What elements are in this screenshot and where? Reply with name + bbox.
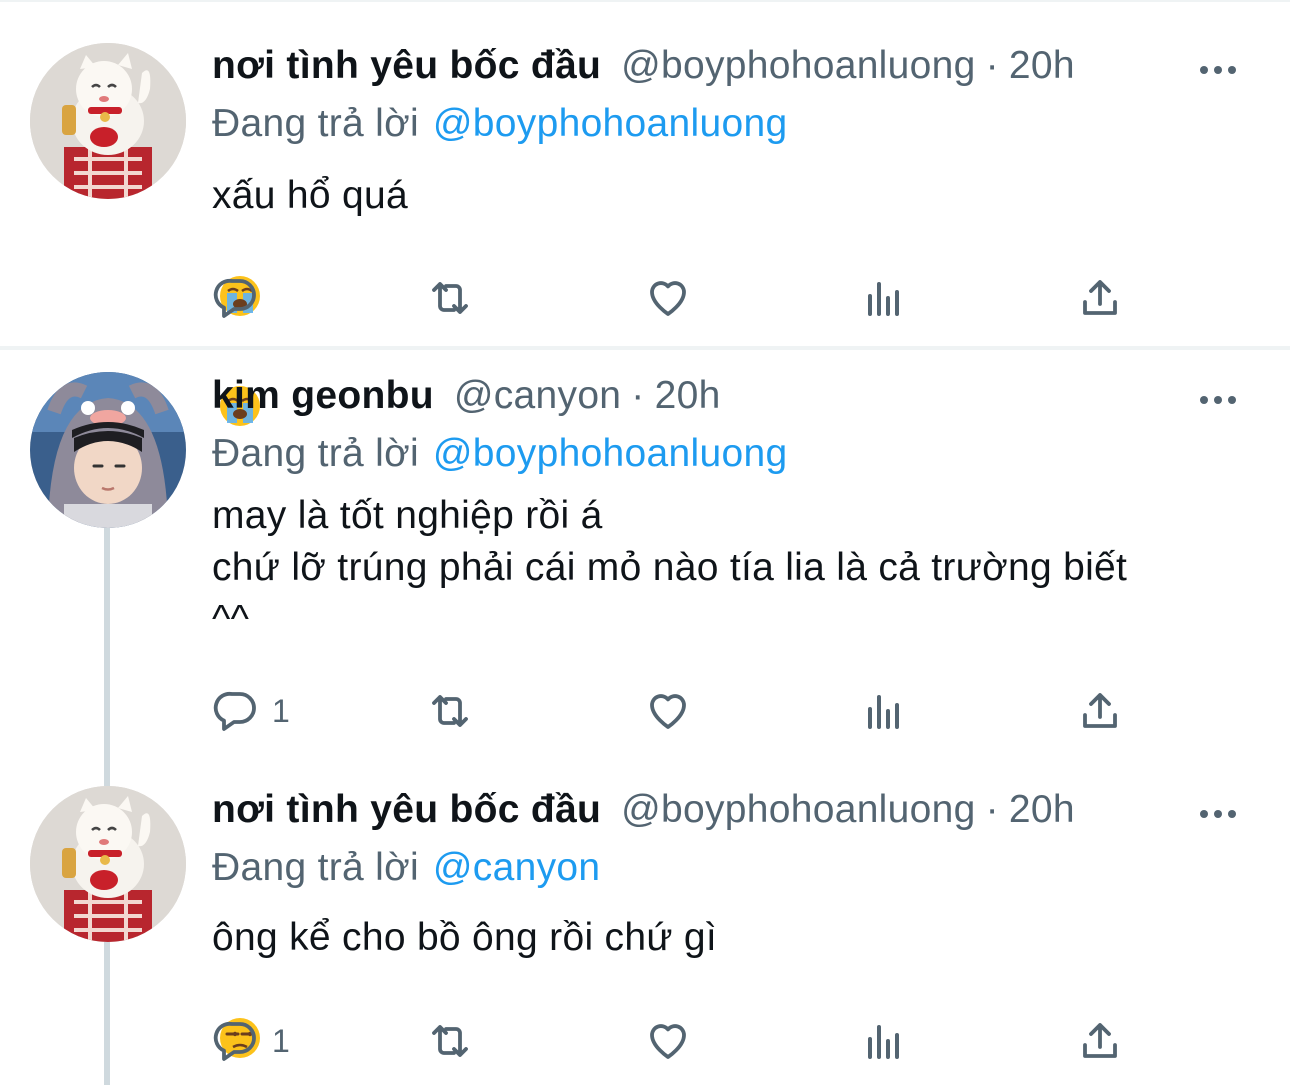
person-hat-avatar[interactable] xyxy=(30,372,186,528)
like-icon xyxy=(650,281,686,316)
lucky-cat-avatar[interactable] xyxy=(30,786,186,942)
tweet-2[interactable]: kim geonbu @canyon · 20h Đang trả lời @bo… xyxy=(0,350,1290,770)
reply-prefix: Đang trả lời xyxy=(212,102,419,145)
lucky-cat-avatar[interactable] xyxy=(30,43,186,199)
analytics-button[interactable] xyxy=(860,1016,908,1066)
reply-count: 1 xyxy=(272,1022,290,1059)
retweet-icon xyxy=(432,282,468,314)
retweet-button[interactable] xyxy=(426,273,474,323)
reply-icon xyxy=(213,278,256,318)
share-button[interactable] xyxy=(1076,1016,1124,1066)
author-name[interactable]: kim geonbu xyxy=(212,374,434,418)
share-icon xyxy=(1083,1023,1117,1058)
separator-dot: · xyxy=(631,374,645,417)
timestamp[interactable]: 20h xyxy=(1009,788,1075,832)
separator-dot: · xyxy=(985,788,999,831)
reply-mention[interactable]: @boyphohoanluong xyxy=(433,102,788,145)
reply-button[interactable] xyxy=(212,273,272,323)
like-button[interactable] xyxy=(644,273,692,323)
author-name[interactable]: nơi tình yêu bốc đầu xyxy=(212,44,601,88)
analytics-button[interactable] xyxy=(860,273,908,323)
reply-button[interactable]: 1 xyxy=(212,686,290,736)
tweet-1[interactable]: nơi tình yêu bốc đầu @boyphohoanluong · … xyxy=(0,0,1290,426)
retweet-button[interactable] xyxy=(426,686,474,736)
action-bar: 1 xyxy=(212,686,1132,736)
analytics-icon xyxy=(868,695,899,729)
reply-mention[interactable]: @canyon xyxy=(433,846,600,889)
more-options-icon[interactable] xyxy=(1200,384,1244,414)
action-bar xyxy=(212,273,1132,323)
reply-count: 1 xyxy=(272,692,290,729)
share-icon xyxy=(1083,280,1117,315)
author-name[interactable]: nơi tình yêu bốc đầu xyxy=(212,788,601,832)
reply-button[interactable]: 1 xyxy=(212,1016,290,1066)
retweet-icon xyxy=(432,695,468,727)
reply-icon xyxy=(213,1021,256,1061)
author-handle[interactable]: @boyphohoanluong xyxy=(621,44,976,88)
reply-prefix: Đang trả lời xyxy=(212,432,419,475)
like-button[interactable] xyxy=(644,1016,692,1066)
share-button[interactable] xyxy=(1076,686,1124,736)
author-handle[interactable]: @canyon xyxy=(454,374,621,418)
tweet-text: may là tốt nghiệp rồi á chứ lỡ trúng phả… xyxy=(212,494,1128,641)
share-icon xyxy=(1083,693,1117,728)
like-icon xyxy=(650,694,686,729)
reply-prefix: Đang trả lời xyxy=(212,846,419,889)
reply-context: Đang trả lời @boyphohoanluong xyxy=(212,102,1250,156)
retweet-icon xyxy=(432,1025,468,1057)
timestamp[interactable]: 20h xyxy=(1009,44,1075,88)
timestamp[interactable]: 20h xyxy=(655,374,721,418)
analytics-icon xyxy=(868,1025,899,1059)
like-button[interactable] xyxy=(644,686,692,736)
reply-context: Đang trả lời @canyon xyxy=(212,846,1250,900)
reply-icon xyxy=(213,691,256,731)
more-options-icon[interactable] xyxy=(1200,798,1244,828)
more-options-icon[interactable] xyxy=(1200,54,1244,84)
reply-mention[interactable]: @boyphohoanluong xyxy=(433,432,788,475)
author-handle[interactable]: @boyphohoanluong xyxy=(621,788,976,832)
tweet-3[interactable]: nơi tình yêu bốc đầu @boyphohoanluong · … xyxy=(0,770,1290,1085)
analytics-button[interactable] xyxy=(860,686,908,736)
action-bar: 1 xyxy=(212,1016,1132,1066)
separator-dot: · xyxy=(985,44,999,87)
share-button[interactable] xyxy=(1076,273,1124,323)
tweet-body: ông kể cho bồ ông rồi chứ gì xyxy=(212,916,718,959)
analytics-icon xyxy=(868,282,899,316)
retweet-button[interactable] xyxy=(426,1016,474,1066)
reply-context: Đang trả lời @boyphohoanluong xyxy=(212,432,1250,486)
tweet-body: xấu hổ quá xyxy=(212,174,409,217)
like-icon xyxy=(650,1024,686,1059)
